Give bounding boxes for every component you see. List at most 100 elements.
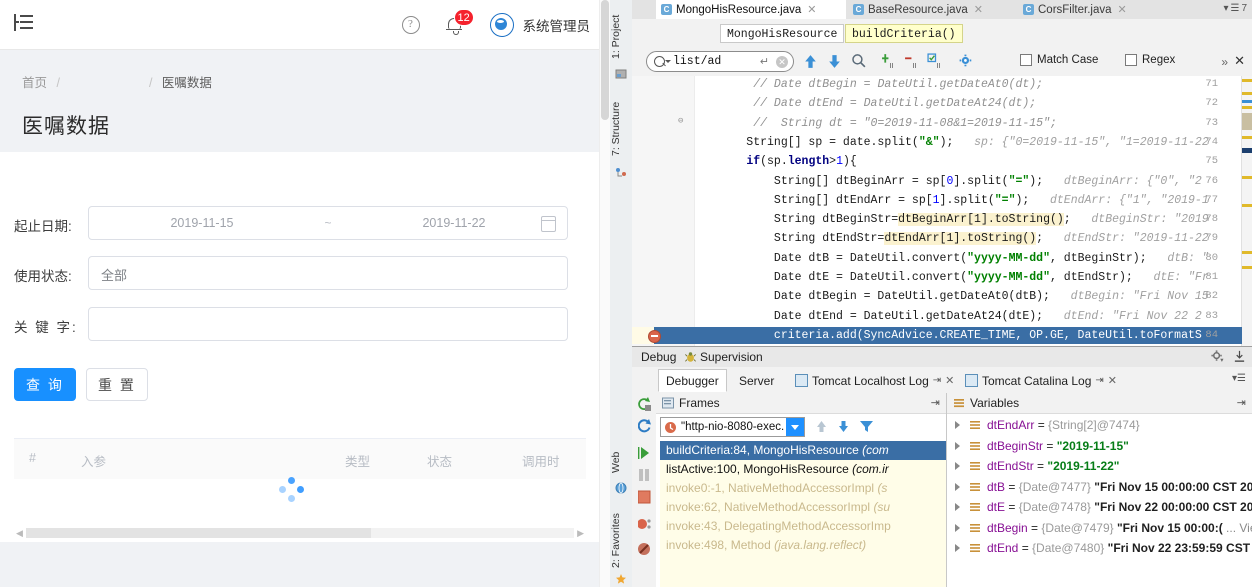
frame-list-item[interactable]: invoke:498, Method (java.lang.reflect) bbox=[660, 536, 946, 555]
frames-header: Frames ⇥ bbox=[656, 393, 946, 414]
tool-window-structure[interactable]: 7: Structure bbox=[610, 88, 632, 170]
remove-occurrence-icon[interactable]: II bbox=[904, 53, 921, 70]
variable-row[interactable]: dtEndArr = {String[2]@7474} bbox=[947, 415, 1252, 435]
close-icon[interactable]: ✕ bbox=[945, 374, 954, 387]
debug-tab-debugger[interactable]: Debugger bbox=[658, 369, 727, 392]
clear-circle-icon[interactable]: ✕ bbox=[776, 56, 788, 68]
frame-list-item[interactable]: listActive:100, MongoHisResource (com.ir bbox=[660, 460, 946, 479]
date-range-input[interactable]: 2019-11-15 ~ 2019-11-22 bbox=[88, 206, 568, 240]
expand-triangle-icon[interactable] bbox=[955, 523, 960, 532]
variable-row[interactable]: dtEnd = {Date@7480} "Fri Nov 22 23:59:59… bbox=[947, 538, 1252, 558]
debug-tab-server[interactable]: Server bbox=[731, 369, 782, 392]
variable-row[interactable]: dtEndStr = "2019-11-22" bbox=[947, 456, 1252, 476]
close-icon[interactable]: ✕ bbox=[807, 3, 816, 16]
arrow-up-icon[interactable] bbox=[802, 53, 819, 70]
status-select[interactable]: 全部 bbox=[88, 256, 568, 290]
thread-selector[interactable]: "http-nio-8080-exec... bbox=[660, 417, 805, 437]
debug-tabs-overflow[interactable]: ▾☰ bbox=[1232, 373, 1246, 384]
scroll-left-arrow-icon[interactable]: ◀ bbox=[16, 528, 23, 538]
variable-row[interactable]: dtBeginStr = "2019-11-15" bbox=[947, 436, 1252, 456]
line-number: 72 bbox=[1205, 97, 1218, 110]
keyword-input[interactable] bbox=[88, 307, 568, 341]
close-icon[interactable]: ✕ bbox=[1108, 374, 1117, 387]
editor-tabs-overflow[interactable]: ▾ ☰ 7 bbox=[1223, 3, 1247, 14]
expand-triangle-icon[interactable] bbox=[955, 441, 960, 450]
restart-icon[interactable] bbox=[636, 418, 652, 434]
tool-window-project[interactable]: 1: Project bbox=[610, 2, 632, 72]
calendar-icon[interactable] bbox=[541, 216, 556, 232]
find-all-icon[interactable] bbox=[850, 53, 867, 70]
hide-panel-icon[interactable] bbox=[1233, 350, 1246, 363]
arrow-down-icon[interactable] bbox=[826, 53, 843, 70]
breadcrumb-home[interactable]: 首页 bbox=[22, 76, 47, 90]
frame-list-item[interactable]: buildCriteria:84, MongoHisResource (com bbox=[660, 441, 946, 460]
variable-row[interactable]: dtB = {Date@7477} "Fri Nov 15 00:00:00 C… bbox=[947, 477, 1252, 497]
match-case-checkbox[interactable]: Match Case bbox=[1020, 54, 1098, 66]
scroll-right-arrow-icon[interactable]: ▶ bbox=[577, 528, 584, 538]
editor-tab-corsfilter[interactable]: C CorsFilter.java ✕ bbox=[1018, 0, 1160, 19]
chevron-down-icon[interactable] bbox=[665, 60, 671, 63]
code-fold-icon[interactable]: ⊖ bbox=[678, 116, 683, 126]
breakpoint-icon[interactable] bbox=[648, 329, 661, 343]
stop-icon[interactable] bbox=[636, 489, 652, 505]
resume-program-icon[interactable] bbox=[636, 445, 652, 461]
frames-list[interactable]: buildCriteria:84, MongoHisResource (com l… bbox=[660, 441, 946, 587]
rerun-icon[interactable] bbox=[636, 396, 652, 412]
view-breakpoints-icon[interactable] bbox=[636, 516, 652, 532]
detach-icon[interactable]: ⇥ bbox=[933, 375, 941, 386]
expand-triangle-icon[interactable] bbox=[955, 462, 960, 470]
find-input[interactable]: list/ad ↵ ✕ bbox=[646, 51, 794, 72]
variable-row[interactable]: dtBegin = {Date@7479} "Fri Nov 15 00:00:… bbox=[947, 518, 1252, 538]
editor-gutter[interactable] bbox=[632, 76, 695, 346]
arrow-up-icon[interactable] bbox=[814, 419, 829, 434]
frame-list-item[interactable]: invoke:62, NativeMethodAccessorImpl (su bbox=[660, 498, 946, 517]
variable-view-link[interactable]: ... View bbox=[1223, 521, 1252, 535]
filter-settings-icon[interactable] bbox=[958, 53, 975, 70]
search-button[interactable]: 查 询 bbox=[14, 368, 76, 401]
tool-window-favorites[interactable]: 2: Favorites bbox=[610, 502, 632, 580]
frame-list-item[interactable]: invoke:43, DelegatingMethodAccessorImp bbox=[660, 517, 946, 536]
browser-scrollbar-thumb[interactable] bbox=[601, 0, 609, 120]
user-avatar-icon[interactable] bbox=[489, 12, 514, 37]
chevron-more-icon[interactable]: » bbox=[1221, 55, 1228, 69]
line-number: 71 bbox=[1205, 78, 1218, 90]
frames-settings-icon[interactable]: ⇥ bbox=[931, 396, 940, 409]
select-all-occurrences-icon[interactable]: II bbox=[927, 53, 944, 70]
notification-bell-icon[interactable]: 12 bbox=[445, 8, 474, 35]
close-icon[interactable]: ✕ bbox=[974, 3, 983, 16]
thread-dropdown-arrow-icon[interactable] bbox=[786, 418, 804, 436]
breadcrumb-chip-class[interactable]: MongoHisResource bbox=[720, 24, 845, 43]
debug-tab-tomcat-localhost-log[interactable]: Tomcat Localhost Log ⇥ ✕ bbox=[787, 369, 962, 392]
breadcrumb-chip-method[interactable]: buildCriteria() bbox=[845, 24, 963, 43]
expand-triangle-icon[interactable] bbox=[955, 482, 960, 491]
reset-button[interactable]: 重 置 bbox=[86, 368, 148, 401]
tool-window-web[interactable]: Web bbox=[610, 437, 632, 487]
hamburger-menu-icon[interactable] bbox=[14, 13, 36, 33]
table-horizontal-scrollbar[interactable]: ◀ ▶ bbox=[14, 527, 586, 539]
expand-triangle-icon[interactable] bbox=[955, 421, 960, 429]
editor-tab-mongohisresource[interactable]: C MongoHisResource.java ✕ bbox=[656, 0, 846, 19]
editor-tab-baseresource[interactable]: C BaseResource.java ✕ bbox=[848, 0, 1016, 19]
expand-triangle-icon[interactable] bbox=[955, 544, 960, 552]
scrollbar-thumb[interactable] bbox=[26, 528, 371, 538]
debug-tab-tomcat-catalina-log[interactable]: Tomcat Catalina Log ⇥ ✕ bbox=[957, 369, 1125, 392]
line-number: 73 bbox=[1205, 116, 1218, 129]
variable-row[interactable]: dtE = {Date@7478} "Fri Nov 22 00:00:00 C… bbox=[947, 497, 1252, 517]
pause-program-icon[interactable] bbox=[636, 467, 652, 483]
filter-icon[interactable] bbox=[859, 419, 874, 434]
detach-icon[interactable]: ⇥ bbox=[1095, 375, 1103, 386]
help-circle-icon[interactable] bbox=[401, 15, 420, 34]
frame-list-item[interactable]: invoke0:-1, NativeMethodAccessorImpl (s bbox=[660, 479, 946, 498]
add-occurrence-icon[interactable]: II bbox=[881, 53, 898, 70]
browser-scrollbar[interactable] bbox=[599, 0, 610, 587]
expand-triangle-icon[interactable] bbox=[955, 503, 960, 511]
close-icon[interactable]: ✕ bbox=[1234, 54, 1245, 67]
date-end-value: 2019-11-22 bbox=[422, 216, 486, 230]
mute-breakpoints-icon[interactable] bbox=[636, 541, 652, 557]
close-icon[interactable]: ✕ bbox=[1118, 3, 1127, 16]
regex-checkbox[interactable]: Regex bbox=[1125, 54, 1175, 66]
variables-settings-icon[interactable]: ⇥ bbox=[1237, 396, 1246, 409]
settings-icon[interactable]: ▾ bbox=[1211, 350, 1224, 363]
arrow-down-icon[interactable] bbox=[836, 419, 851, 434]
code-editor[interactable]: 71 // Date dtBegin = DateUtil.getDateAt0… bbox=[632, 76, 1252, 346]
